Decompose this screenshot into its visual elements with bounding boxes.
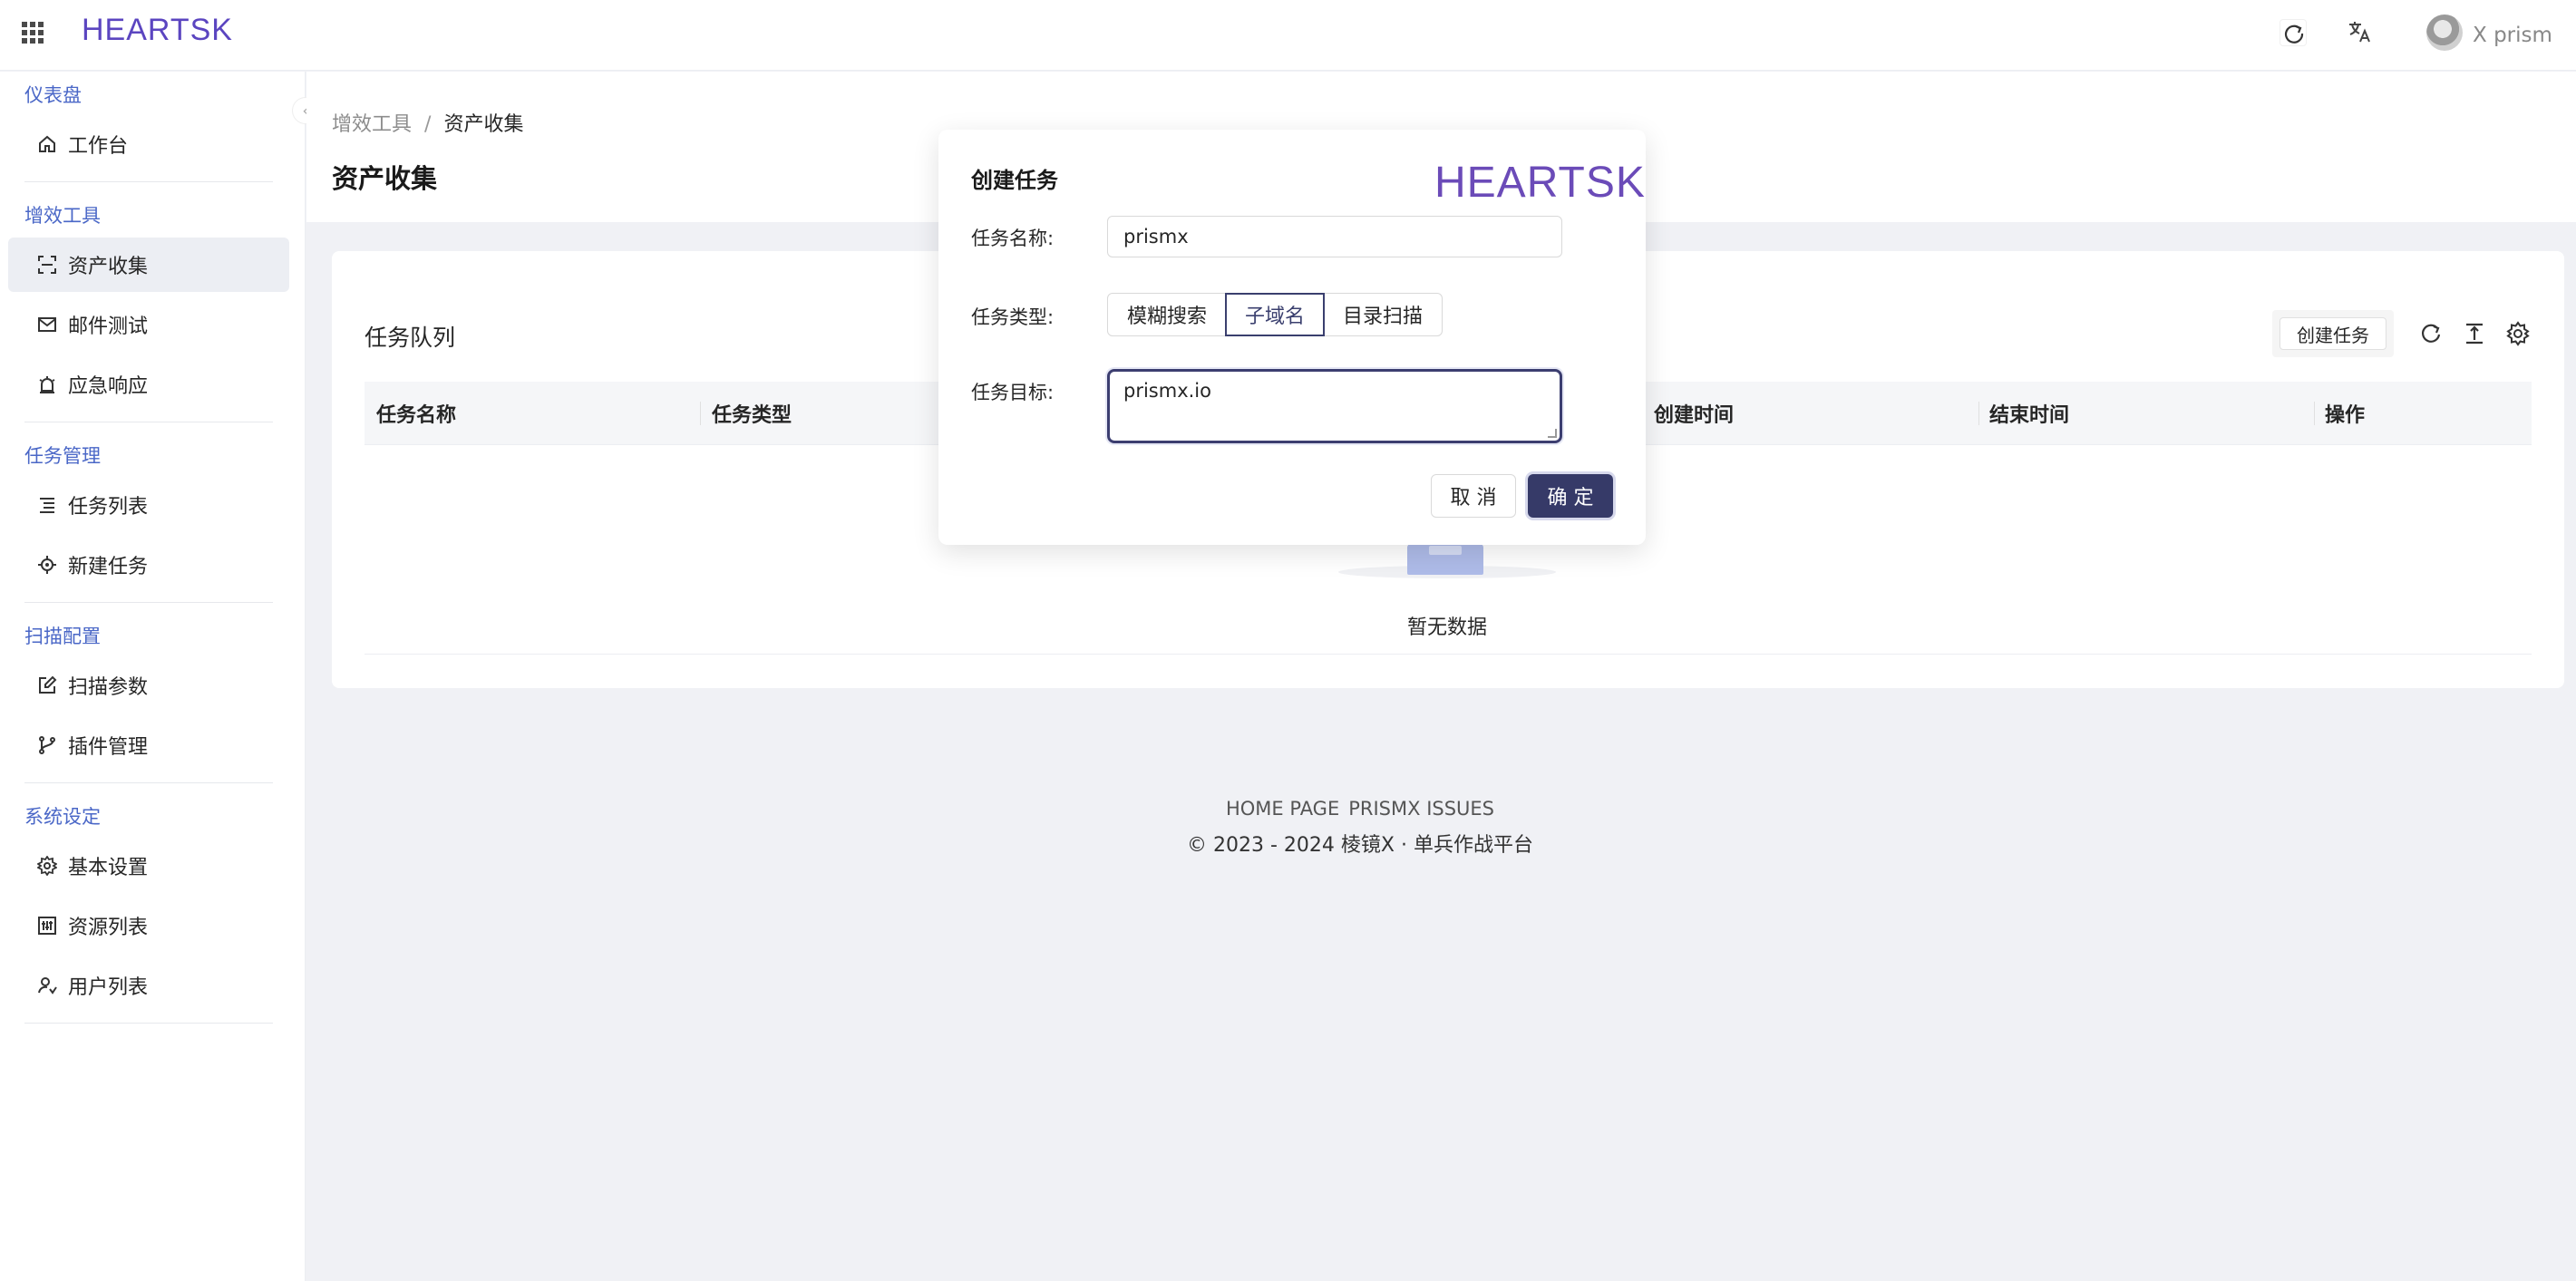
sidebar-item-task-list[interactable]: 任务列表 [8,478,289,532]
task-name-input[interactable]: prismx [1107,216,1562,257]
sidebar: 仪表盘 工作台 增效工具 资产收集 邮件测试 应急响应 任务管理 任务列表 新建… [0,72,306,1281]
sidebar-item-label: 扫描参数 [68,676,149,699]
footer-copyright: © 2023 - 2024 棱镜X · 单兵作战平台 [1187,834,1533,857]
task-type-dir-scan[interactable]: 目录扫描 [1323,293,1443,336]
sidebar-item-label: 工作台 [68,135,129,158]
sidebar-section-system: 系统设定 [24,806,101,828]
sidebar-item-label: 应急响应 [68,375,149,398]
refresh-icon[interactable] [2280,19,2307,46]
create-task-modal: 创建任务 HEARTSK 任务名称: prismx 任务类型: 模糊搜索 子域名… [938,130,1646,545]
card-title: 任务队列 [365,325,456,351]
branch-icon [37,735,57,755]
sidebar-item-scan-params[interactable]: 扫描参数 [8,658,289,713]
sidebar-item-emergency[interactable]: 应急响应 [8,357,289,412]
user-icon [37,975,57,995]
sidebar-item-label: 邮件测试 [68,315,149,338]
column-height-icon[interactable] [2461,320,2488,347]
scan-icon [37,255,57,275]
create-task-button[interactable]: 创建任务 [2272,310,2394,357]
reload-icon[interactable] [2417,320,2445,347]
footer-links: HOME PAGE PRISMX ISSUES [1088,798,1632,820]
settings-icon[interactable] [2504,320,2532,347]
apps-grid-icon[interactable] [22,22,44,44]
task-type-label: 任务类型: [971,306,1055,328]
confirm-button[interactable]: 确 定 [1528,474,1613,518]
sidebar-item-basic-settings[interactable]: 基本设置 [8,839,289,893]
column-header-created-time[interactable]: 创建时间 [1654,382,1734,445]
sidebar-item-asset-collection[interactable]: 资产收集 [8,238,289,292]
empty-box-icon [1407,544,1483,575]
footer-link-home[interactable]: HOME PAGE [1226,798,1339,820]
modal-title: 创建任务 [971,168,1058,193]
translate-icon[interactable] [2347,18,2374,51]
avatar[interactable] [2426,15,2463,51]
cancel-button[interactable]: 取 消 [1431,474,1516,518]
sliders-icon [37,916,57,936]
footer-link-issues[interactable]: PRISMX ISSUES [1348,798,1494,820]
edit-icon [37,675,57,695]
breadcrumb-parent[interactable]: 增效工具 [332,113,412,136]
sidebar-item-label: 任务列表 [68,496,149,519]
sidebar-item-label: 资源列表 [68,917,149,939]
sidebar-item-label: 插件管理 [68,736,149,759]
task-name-label: 任务名称: [971,228,1055,249]
task-target-textarea[interactable]: prismx.io [1107,369,1562,443]
task-type-fuzzy-search[interactable]: 模糊搜索 [1107,293,1227,336]
breadcrumb-current: 资产收集 [443,113,524,136]
sidebar-item-user-list[interactable]: 用户列表 [8,958,289,1013]
breadcrumb: 增效工具 / 资产收集 [332,113,524,136]
sidebar-section-scan-config: 扫描配置 [24,626,101,647]
column-header-end-time[interactable]: 结束时间 [1989,382,2069,445]
sidebar-item-label: 新建任务 [68,556,149,578]
sidebar-item-new-task[interactable]: 新建任务 [8,538,289,592]
empty-text: 暂无数据 [1406,616,1487,639]
task-target-label: 任务目标: [971,382,1055,403]
sidebar-section-tools: 增效工具 [24,205,101,227]
page-title: 资产收集 [332,163,438,194]
top-header: HEARTSK X prism [0,0,2576,71]
mail-icon [37,315,57,335]
sidebar-item-plugin-manage[interactable]: 插件管理 [8,718,289,772]
header-logo[interactable]: HEARTSK [82,13,233,48]
task-type-subdomain[interactable]: 子域名 [1225,293,1325,336]
sidebar-item-resource-list[interactable]: 资源列表 [8,898,289,953]
column-header-actions: 操作 [2325,404,2366,427]
alarm-icon [37,374,57,394]
sidebar-section-tasks: 任务管理 [24,445,101,467]
list-icon [37,495,57,515]
home-icon [37,134,57,154]
resize-handle-icon[interactable] [1548,429,1557,438]
sidebar-item-mail-test[interactable]: 邮件测试 [8,297,289,352]
username[interactable]: X prism [2473,24,2552,47]
sidebar-section-dashboard: 仪表盘 [24,84,82,106]
target-icon [37,555,57,575]
column-header-task-type[interactable]: 任务类型 [712,382,792,445]
copyright-icon: © [1187,834,1208,857]
modal-logo: HEARTSK [1434,159,1646,207]
sidebar-item-workbench[interactable]: 工作台 [8,117,289,171]
sidebar-item-label: 基本设置 [68,857,149,879]
gear-icon [37,856,57,876]
sidebar-item-label: 资产收集 [68,256,149,278]
column-header-task-name[interactable]: 任务名称 [376,382,456,445]
sidebar-item-label: 用户列表 [68,976,149,999]
